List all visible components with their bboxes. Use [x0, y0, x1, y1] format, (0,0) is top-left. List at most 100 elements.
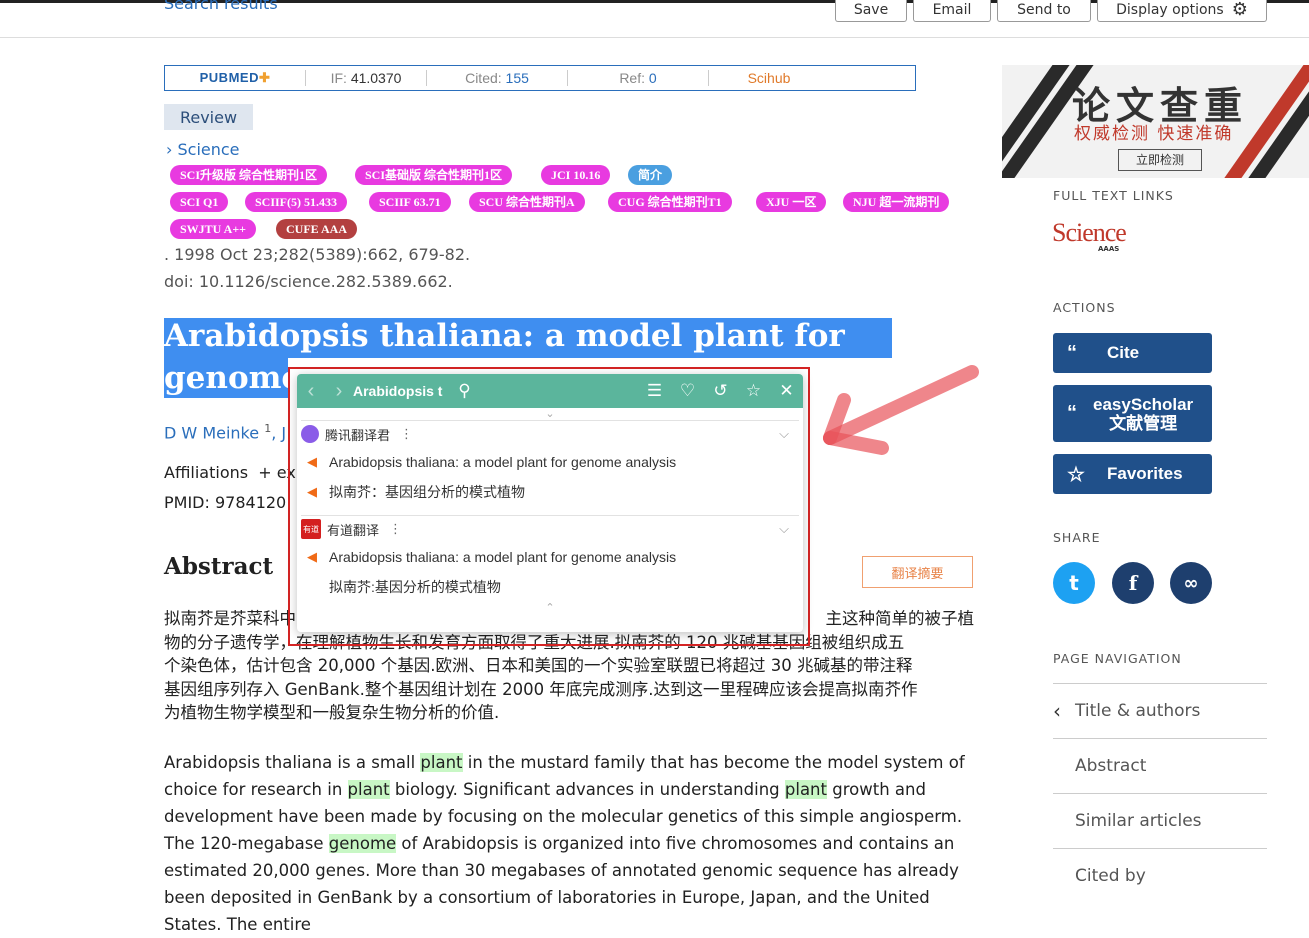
facebook-icon[interactable]: f: [1112, 562, 1154, 604]
journal-tag[interactable]: CUG 综合性期刊T1: [608, 192, 732, 212]
twitter-icon[interactable]: t: [1053, 562, 1095, 604]
send-to-label: Send to: [1017, 1, 1071, 18]
engine-name: 腾讯翻译君: [325, 428, 391, 444]
cited-label: Cited:: [465, 70, 506, 86]
nav-title-authors[interactable]: ‹ Title & authors: [1053, 683, 1267, 737]
zh-line: 拟南芥是芥菜科中: [164, 609, 296, 628]
zh-line: 基因组序列存入 GenBank.整个基因组计划在 2000 年底完成测序.达到这…: [164, 679, 918, 699]
actions-heading: ACTIONS: [1053, 300, 1116, 315]
cited-value: 155: [505, 70, 529, 86]
nav-similar-articles[interactable]: Similar articles: [1053, 793, 1267, 847]
journal-tag[interactable]: JCI 10.16: [541, 165, 611, 185]
gear-icon: ⚙: [1231, 0, 1248, 20]
result-line: ◀ 拟南芥：基因组分析的模式植物: [297, 477, 803, 507]
cite-label: Cite: [1107, 343, 1140, 362]
email-label: Email: [932, 1, 972, 18]
back-icon[interactable]: ‹: [297, 380, 325, 403]
ref-value: 0: [648, 70, 657, 86]
pmid: PMID: 9784120: [164, 493, 287, 512]
chevron-down-icon[interactable]: ⌵: [779, 427, 789, 442]
engine-tencent: 腾讯翻译君 ⋮ ⌵: [297, 421, 803, 447]
speaker-icon[interactable]: ◀: [307, 447, 329, 477]
easyscholar-label-1: easyScholar: [1093, 394, 1194, 414]
chevron-down-icon[interactable]: ⌵: [779, 522, 789, 537]
easyscholar-label: easyScholar 文献管理: [1093, 395, 1193, 433]
query-text[interactable]: Arabidopsis t: [353, 383, 448, 399]
journal-tag[interactable]: SCU 综合性期刊A: [469, 192, 585, 212]
keyword-highlight: plant: [347, 780, 390, 799]
journal-tag[interactable]: SCIIF 63.71: [369, 192, 451, 212]
journal-tag[interactable]: 简介: [628, 165, 673, 185]
share-heading: SHARE: [1053, 530, 1101, 545]
more-icon[interactable]: ⋮: [400, 427, 413, 442]
save-button[interactable]: Save: [835, 0, 907, 22]
menu-icon[interactable]: ☰: [638, 381, 671, 401]
review-badge: Review: [164, 104, 253, 130]
chevron-right-icon: ›: [166, 140, 173, 159]
scihub-link[interactable]: Scihub: [708, 70, 829, 86]
plus-icon: ✚: [258, 70, 271, 85]
ad-button[interactable]: 立即检测: [1118, 149, 1202, 171]
journal-tag[interactable]: SCI基础版 综合性期刊1区: [355, 165, 513, 185]
impact-factor: IF: 41.0370: [305, 70, 426, 86]
search-results-link[interactable]: Search results: [164, 0, 278, 13]
author-link[interactable]: D W Meinke: [164, 423, 259, 442]
advertisement-banner[interactable]: 论文查重 权威检测 快速准确 立即检测: [1002, 65, 1309, 178]
journal-name: Science: [177, 140, 240, 159]
engine-name: 有道翻译: [327, 523, 380, 539]
link-icon[interactable]: ∞: [1170, 562, 1212, 604]
extension-info-bar: PUBMED✚ IF: 41.0370 Cited: 155 Ref: 0 Sc…: [164, 65, 916, 91]
affiliations[interactable]: Affiliations + ex: [164, 463, 296, 482]
nav-abstract[interactable]: Abstract: [1053, 738, 1267, 792]
pubmed-logo[interactable]: PUBMED✚: [165, 70, 305, 86]
journal-tag[interactable]: XJU 一区: [756, 192, 827, 212]
favorites-label: Favorites: [1107, 464, 1183, 483]
speaker-icon[interactable]: ◀: [307, 477, 329, 507]
journal-tag[interactable]: SCI Q1: [170, 192, 229, 212]
star-icon: ☆: [1067, 463, 1085, 486]
result-line: 拟南芥:基因分析的模式植物: [297, 572, 803, 602]
if-value: 41.0370: [350, 70, 402, 86]
header-divider: [0, 37, 1309, 38]
scroll-up-chevron-icon[interactable]: ⌃: [297, 602, 803, 614]
journal-tag[interactable]: SWJTU A++: [170, 219, 257, 239]
nav-cited-by[interactable]: Cited by: [1053, 848, 1267, 902]
journal-tag[interactable]: SCIIF(5) 51.433: [245, 192, 348, 212]
doi[interactable]: doi: 10.1126/science.282.5389.662.: [164, 272, 453, 291]
abstract-text: biology. Significant advances in underst…: [389, 780, 785, 799]
journal-tag[interactable]: CUFE AAA: [276, 219, 358, 239]
translation-popup: ‹ › Arabidopsis t ⚲ ☰ ♡ ↺ ☆ ✕ ⌄ 腾讯翻译君 ⋮ …: [297, 374, 803, 632]
speaker-icon[interactable]: ◀: [307, 542, 329, 572]
send-to-button[interactable]: Send to: [997, 0, 1091, 22]
keyword-highlight: genome: [328, 834, 397, 853]
search-icon[interactable]: ⚲: [448, 381, 481, 401]
journal-link[interactable]: › Science: [166, 140, 240, 159]
more-icon[interactable]: ⋮: [389, 522, 402, 537]
display-options-button[interactable]: Display options ⚙: [1097, 0, 1267, 22]
journal-tag[interactable]: NJU 超一流期刊: [843, 192, 950, 212]
pin-icon[interactable]: ☆: [737, 381, 770, 401]
heart-icon[interactable]: ♡: [671, 381, 704, 401]
favorites-button[interactable]: ☆ Favorites: [1053, 454, 1212, 494]
close-icon[interactable]: ✕: [770, 381, 803, 401]
result-text: 拟南芥：基因组分析的模式植物: [329, 484, 525, 500]
email-button[interactable]: Email: [913, 0, 991, 22]
source-text: Arabidopsis thaliana: a model plant for …: [329, 454, 677, 470]
ref-count[interactable]: Ref: 0: [567, 70, 708, 86]
history-icon[interactable]: ↺: [704, 381, 737, 401]
collapse-chevron-icon[interactable]: ⌄: [297, 408, 803, 420]
author-more[interactable]: , J: [271, 423, 286, 442]
source-line: ◀ Arabidopsis thaliana: a model plant for…: [297, 542, 803, 572]
cite-button[interactable]: “ Cite: [1053, 333, 1212, 373]
forward-icon[interactable]: ›: [325, 380, 353, 403]
nav-label: Title & authors: [1075, 700, 1201, 721]
keyword-highlight: plant: [420, 753, 463, 772]
easyscholar-button[interactable]: “ easyScholar 文献管理: [1053, 385, 1212, 442]
journal-tag[interactable]: SCI升级版 综合性期刊1区: [170, 165, 328, 185]
translate-abstract-button[interactable]: 翻译摘要: [862, 556, 973, 588]
save-label: Save: [853, 1, 889, 18]
quote-icon: “: [1067, 341, 1077, 364]
youdao-logo-icon: 有道: [301, 519, 321, 539]
science-logo[interactable]: Science: [1052, 218, 1127, 248]
cited-count[interactable]: Cited: 155: [426, 70, 567, 86]
